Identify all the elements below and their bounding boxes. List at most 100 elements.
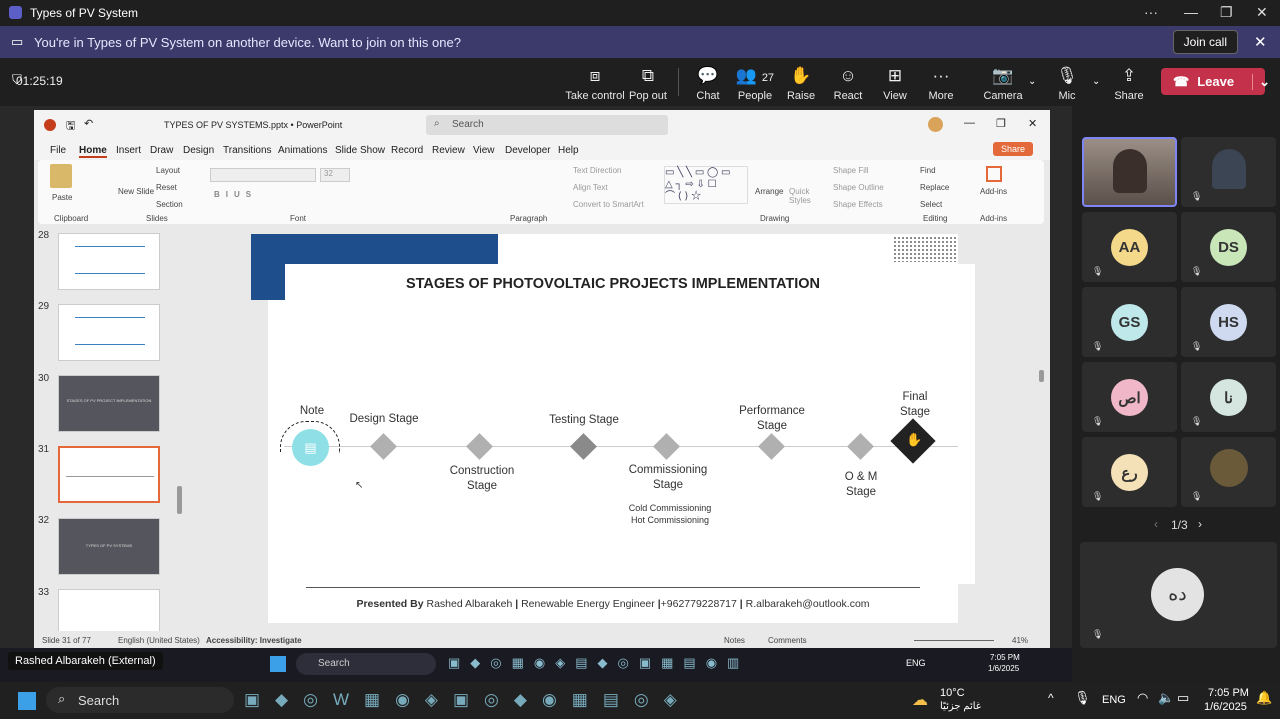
minimize-button[interactable]: —: [1184, 4, 1198, 20]
slide-thumbnail-33[interactable]: [58, 589, 160, 633]
notification-icon[interactable]: 🔔: [1256, 690, 1272, 706]
select-label[interactable]: Select: [920, 200, 942, 209]
replace-label[interactable]: Replace: [920, 183, 949, 192]
close-button[interactable]: ✕: [1256, 4, 1268, 21]
camera-button[interactable]: 📷 Camera: [973, 66, 1033, 102]
ppt-search-box[interactable]: Search: [426, 115, 668, 135]
participant-tile[interactable]: اص 🎙: [1082, 362, 1177, 432]
ppt-minimize-button[interactable]: —: [964, 117, 975, 129]
tab-home[interactable]: Home: [79, 145, 107, 158]
tab-record[interactable]: Record: [391, 145, 423, 156]
prev-page-icon[interactable]: ‹: [1154, 517, 1158, 531]
share-doc-button[interactable]: Share: [993, 142, 1034, 156]
pop-out-button[interactable]: ⧉ Pop out: [618, 66, 678, 102]
ppt-ribbon-tabs: File Home Insert Draw Design Transitions…: [34, 140, 1050, 160]
shared-search-box[interactable]: Search: [296, 653, 436, 675]
shape-outline-label[interactable]: Shape Outline: [833, 183, 884, 192]
tab-animations[interactable]: Animations: [278, 145, 327, 156]
undo-icon[interactable]: ↶: [84, 117, 93, 130]
zoom-slider[interactable]: [914, 640, 994, 641]
participant-tile[interactable]: HS 🎙: [1181, 287, 1276, 357]
ppt-maximize-button[interactable]: ❐: [996, 117, 1006, 130]
find-label[interactable]: Find: [920, 166, 936, 175]
leave-button[interactable]: ☎ Leave ⌄: [1161, 68, 1270, 95]
convert-smartart-label[interactable]: Convert to SmartArt: [573, 200, 644, 209]
maximize-button[interactable]: ❐: [1220, 4, 1233, 21]
group-paragraph: Paragraph: [510, 214, 548, 223]
join-call-button[interactable]: Join call: [1172, 30, 1238, 54]
tab-slide-show[interactable]: Slide Show: [335, 145, 385, 156]
comments-button[interactable]: Comments: [768, 636, 807, 645]
participant-tile[interactable]: DS 🎙: [1181, 212, 1276, 282]
taskbar-lang[interactable]: ENG: [1102, 694, 1126, 706]
font-size-box[interactable]: 32: [320, 168, 350, 182]
close-banner-icon[interactable]: ✕: [1254, 33, 1267, 51]
windows-start-icon[interactable]: [18, 692, 36, 710]
tab-design[interactable]: Design: [183, 145, 214, 156]
participant-tile[interactable]: 🎙: [1181, 437, 1276, 507]
participant-tile[interactable]: GS 🎙: [1082, 287, 1177, 357]
big-participant-tile[interactable]: ده 🎙: [1080, 542, 1277, 648]
take-control-button[interactable]: ⧈ Take control: [565, 66, 625, 102]
tab-developer[interactable]: Developer: [505, 145, 551, 156]
quick-styles-label[interactable]: Quick Styles: [789, 187, 813, 205]
shapes-gallery[interactable]: ▭ ╲ ╲ ▭ ◯ ▭ △ ┐ ⇨ ⇩ ☐ ⌒ ⟨ ⟩ ☆: [664, 166, 748, 204]
ppt-close-button[interactable]: ✕: [1028, 117, 1037, 130]
tab-view[interactable]: View: [473, 145, 495, 156]
reset-label[interactable]: Reset: [156, 183, 177, 192]
save-icon[interactable]: 🖫: [66, 117, 75, 136]
tab-file[interactable]: File: [50, 145, 66, 156]
layout-label[interactable]: Layout: [156, 166, 180, 175]
align-text-label[interactable]: Align Text: [573, 183, 608, 192]
participant-tile[interactable]: نا 🎙: [1181, 362, 1276, 432]
notes-button[interactable]: Notes: [724, 636, 745, 645]
shape-fill-label[interactable]: Shape Fill: [833, 166, 869, 175]
addins-icon[interactable]: [986, 166, 1002, 182]
battery-icon[interactable]: ▭: [1177, 690, 1189, 706]
user-avatar[interactable]: [928, 117, 943, 132]
next-page-icon[interactable]: ›: [1198, 517, 1202, 531]
windows-start-icon[interactable]: [270, 656, 286, 672]
arrange-label[interactable]: Arrange: [755, 187, 783, 196]
presenter-name: Rashed Albarakeh (External): [15, 655, 156, 667]
tab-insert[interactable]: Insert: [116, 145, 141, 156]
addins-label[interactable]: Add-ins: [980, 187, 1007, 196]
slide-scrollbar[interactable]: [1039, 370, 1044, 382]
participant-tile[interactable]: AA 🎙: [1082, 212, 1177, 282]
more-button[interactable]: ··· More: [911, 66, 971, 102]
zoom-level[interactable]: 41%: [1012, 636, 1028, 645]
leave-chevron-icon[interactable]: ⌄: [1252, 73, 1270, 90]
taskbar-search[interactable]: Search: [46, 687, 234, 713]
camera-chevron-icon[interactable]: ⌄: [1028, 76, 1036, 87]
shape-effects-label[interactable]: Shape Effects: [833, 200, 883, 209]
wifi-icon[interactable]: ◠: [1137, 690, 1148, 706]
participant-tile[interactable]: 🎙: [1181, 137, 1276, 207]
slide-thumbnail-29[interactable]: [58, 304, 160, 361]
share-button[interactable]: ⇪ Share: [1099, 66, 1159, 102]
volume-icon[interactable]: 🔈: [1158, 690, 1174, 706]
slide-thumbnail-31[interactable]: [58, 446, 160, 503]
taskbar-app-icons[interactable]: ▣◆◎W▦◉◈▣◎◆◉▦▤◎◈: [244, 690, 692, 710]
mic-button[interactable]: 🎙 Mic: [1037, 66, 1097, 102]
participant-self-video[interactable]: [1082, 137, 1177, 207]
tab-help[interactable]: Help: [558, 145, 579, 156]
more-icon[interactable]: ···: [1144, 4, 1158, 20]
accessibility-status[interactable]: Accessibility: Investigate: [206, 636, 302, 645]
slide-thumbnail-30[interactable]: STAGES OF PV PROJECT IMPLEMENTATION: [58, 375, 160, 432]
app-icons[interactable]: ▣◆◎▦◉◈▤◆◎▣▦▤◉▥: [448, 655, 749, 671]
slide-thumbnail-28[interactable]: [58, 233, 160, 290]
participant-tile[interactable]: رع 🎙: [1082, 437, 1177, 507]
tray-chevron-icon[interactable]: ^: [1048, 691, 1054, 705]
mic-muted-icon[interactable]: 🎙: [1074, 690, 1091, 706]
section-label[interactable]: Section: [156, 200, 183, 209]
tab-draw[interactable]: Draw: [150, 145, 173, 156]
tab-review[interactable]: Review: [432, 145, 465, 156]
new-slide-label[interactable]: New Slide: [118, 187, 154, 196]
text-direction-label[interactable]: Text Direction: [573, 166, 621, 175]
thumb-scrollbar[interactable]: [177, 486, 182, 514]
tab-transitions[interactable]: Transitions: [223, 145, 272, 156]
language-status[interactable]: English (United States): [118, 636, 200, 645]
slide-thumbnail-32[interactable]: TYPES OF PV SYSTEMS: [58, 518, 160, 575]
paste-icon[interactable]: [50, 164, 72, 188]
font-family-box[interactable]: [210, 168, 316, 182]
